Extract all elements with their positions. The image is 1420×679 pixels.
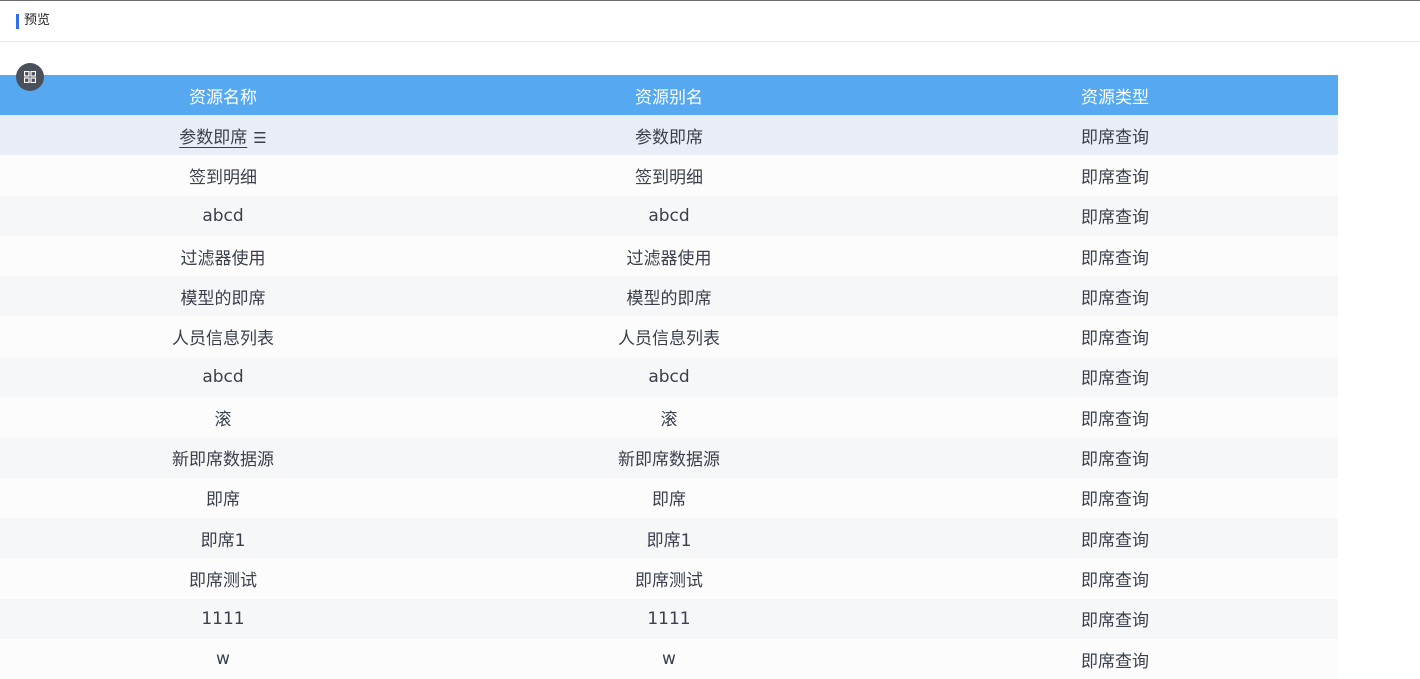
table-row[interactable]: 参数即席 ☰ 参数即席 即席查询 — [0, 115, 1338, 156]
cell-resource-alias: 过滤器使用 — [626, 248, 712, 269]
table-row[interactable]: 过滤器使用 过滤器使用 即席查询 — [0, 235, 1338, 277]
cell-resource-type: 即席查询 — [1081, 167, 1149, 188]
table-row[interactable]: w w 即席查询 — [0, 638, 1338, 679]
cell-resource-type: 即席查询 — [1081, 611, 1149, 632]
cell-resource-name: abcd — [202, 205, 244, 226]
cell-resource-alias: 滚 — [660, 409, 678, 430]
preview-header: 预览 — [0, 1, 1420, 42]
column-header-resource-alias[interactable]: 资源别名 — [446, 75, 892, 115]
table-header-row: 资源名称 资源别名 资源类型 — [0, 75, 1338, 115]
cell-resource-alias: 即席 — [652, 490, 686, 511]
cell-resource-type: 即席查询 — [1081, 208, 1149, 229]
cell-resource-name[interactable]: 参数即席 ☰ — [0, 115, 446, 155]
table-row[interactable]: 即席 即席 即席查询 — [0, 477, 1338, 518]
cell-resource-type: 即席查询 — [1081, 490, 1149, 511]
header-accent-bar — [16, 14, 19, 29]
cell-resource-alias: 1111 — [647, 608, 691, 629]
table-row[interactable]: 即席测试 即席测试 即席查询 — [0, 558, 1338, 599]
table-row[interactable]: 签到明细 签到明细 即席查询 — [0, 155, 1338, 196]
cell-resource-alias: 即席测试 — [635, 570, 703, 591]
table-row[interactable]: abcd abcd 即席查询 — [0, 195, 1338, 236]
cell-resource-alias: 模型的即席 — [626, 288, 712, 309]
cell-resource-alias: 新即席数据源 — [618, 450, 720, 471]
cell-resource-name: 即席 — [206, 490, 240, 511]
table-row[interactable]: 即席1 即席1 即席查询 — [0, 517, 1338, 559]
column-header-resource-type[interactable]: 资源类型 — [892, 75, 1338, 115]
cell-resource-name: 签到明细 — [189, 167, 257, 188]
grid-toggle-button[interactable] — [16, 63, 44, 91]
page-title: 预览 — [24, 13, 51, 28]
resource-table-container: 资源名称 资源别名 资源类型 参数即席 ☰ 参数即席 即席查询 签到明细 签到明细… — [0, 75, 1338, 679]
cell-resource-alias: 即席1 — [646, 530, 692, 551]
column-header-resource-name[interactable]: 资源名称 — [0, 75, 446, 115]
cell-resource-name: 人员信息列表 — [172, 329, 274, 350]
cell-resource-name: 过滤器使用 — [180, 248, 266, 269]
cell-resource-type: 即席查询 — [1081, 248, 1149, 269]
cell-resource-type: 即席查询 — [1081, 651, 1149, 672]
table-row[interactable]: 1111 1111 即席查询 — [0, 598, 1338, 639]
cell-resource-alias: w — [662, 649, 676, 669]
menu-icon[interactable]: ☰ — [253, 129, 266, 147]
cell-resource-name: 新即席数据源 — [172, 450, 274, 471]
cell-resource-type: 即席查询 — [1081, 288, 1149, 309]
cell-resource-name: 1111 — [201, 608, 245, 629]
cell-resource-alias: 人员信息列表 — [618, 329, 720, 350]
grid-icon — [24, 71, 36, 83]
table-row[interactable]: abcd abcd 即席查询 — [0, 356, 1338, 398]
cell-resource-name: abcd — [202, 366, 244, 387]
table-row[interactable]: 滚 滚 即席查询 — [0, 397, 1338, 438]
cell-resource-alias: 参数即席 — [635, 127, 703, 148]
cell-resource-type: 即席查询 — [1081, 369, 1149, 390]
resource-table: 资源名称 资源别名 资源类型 参数即席 ☰ 参数即席 即席查询 签到明细 签到明细… — [0, 75, 1338, 679]
cell-resource-alias: abcd — [648, 205, 690, 226]
table-row[interactable]: 人员信息列表 人员信息列表 即席查询 — [0, 316, 1338, 357]
cell-resource-name: 模型的即席 — [180, 288, 266, 309]
cell-resource-name: 即席1 — [200, 530, 246, 551]
resource-name-link[interactable]: 参数即席 — [179, 128, 247, 148]
cell-resource-name: 即席测试 — [189, 570, 257, 591]
table-row[interactable]: 新即席数据源 新即席数据源 即席查询 — [0, 437, 1338, 478]
cell-resource-type: 即席查询 — [1081, 450, 1149, 471]
cell-resource-name: w — [216, 649, 230, 669]
table-row[interactable]: 模型的即席 模型的即席 即席查询 — [0, 276, 1338, 317]
cell-resource-name: 滚 — [214, 409, 232, 430]
cell-resource-type: 即席查询 — [1081, 570, 1149, 591]
cell-resource-type: 即席查询 — [1081, 530, 1149, 551]
cell-resource-alias: 签到明细 — [635, 167, 703, 188]
cell-resource-type: 即席查询 — [1081, 127, 1149, 148]
cell-resource-type: 即席查询 — [1081, 409, 1149, 430]
cell-resource-type: 即席查询 — [1081, 329, 1149, 350]
cell-resource-alias: abcd — [648, 366, 690, 387]
